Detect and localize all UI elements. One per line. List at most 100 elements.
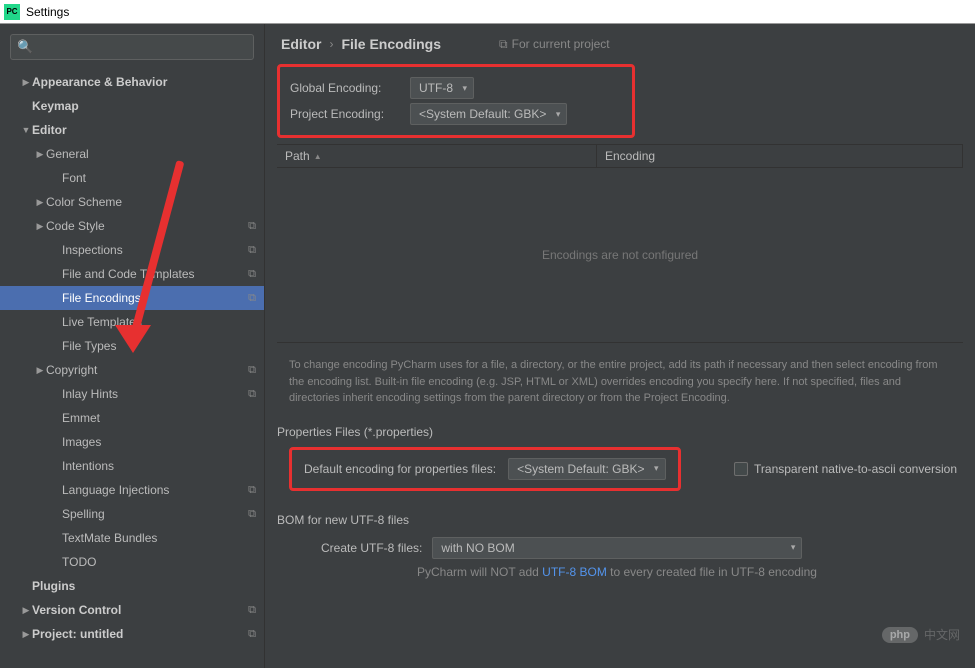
settings-content: Editor › File Encodings ⧉ For current pr… bbox=[265, 24, 975, 668]
tree-item-label: Font bbox=[62, 171, 256, 185]
tree-item-label: Language Injections bbox=[62, 483, 248, 497]
transparent-conversion-checkbox[interactable] bbox=[734, 462, 748, 476]
tree-item-intentions[interactable]: Intentions bbox=[0, 454, 264, 478]
tree-item-copyright[interactable]: ▶Copyright⧉ bbox=[0, 358, 264, 382]
settings-tree: ▶Appearance & BehaviorKeymap▼Editor▶Gene… bbox=[0, 70, 264, 668]
tree-item-file-types[interactable]: File Types bbox=[0, 334, 264, 358]
chevron-right-icon: › bbox=[329, 37, 333, 51]
project-encoding-dropdown[interactable]: <System Default: GBK> bbox=[410, 103, 567, 125]
encoding-table-body: Encodings are not configured bbox=[277, 168, 963, 343]
expand-icon: ▶ bbox=[34, 149, 46, 160]
tree-item-file-and-code-templates[interactable]: File and Code Templates⧉ bbox=[0, 262, 264, 286]
tree-item-language-injections[interactable]: Language Injections⧉ bbox=[0, 478, 264, 502]
for-current-project: ⧉ For current project bbox=[499, 37, 610, 52]
tree-item-label: Copyright bbox=[46, 363, 248, 377]
tree-item-editor[interactable]: ▼Editor bbox=[0, 118, 264, 142]
tree-item-images[interactable]: Images bbox=[0, 430, 264, 454]
tree-item-label: Code Style bbox=[46, 219, 248, 233]
sort-asc-icon: ▲ bbox=[314, 152, 322, 161]
tree-item-label: TextMate Bundles bbox=[62, 531, 256, 545]
copy-icon: ⧉ bbox=[248, 244, 256, 257]
tree-item-label: Images bbox=[62, 435, 256, 449]
window-title: Settings bbox=[26, 5, 69, 19]
expand-icon: ▶ bbox=[34, 365, 46, 376]
properties-section-title: Properties Files (*.properties) bbox=[277, 425, 963, 439]
info-text: To change encoding PyCharm uses for a fi… bbox=[289, 357, 951, 407]
expand-icon: ▶ bbox=[20, 629, 32, 640]
encoding-table-header: Path ▲ Encoding bbox=[277, 144, 963, 168]
tree-item-font[interactable]: Font bbox=[0, 166, 264, 190]
window-titlebar: PC Settings bbox=[0, 0, 975, 24]
tree-item-appearance-behavior[interactable]: ▶Appearance & Behavior bbox=[0, 70, 264, 94]
transparent-conversion-label: Transparent native-to-ascii conversion bbox=[754, 462, 957, 476]
tree-item-label: Intentions bbox=[62, 459, 256, 473]
tree-item-live-templates[interactable]: Live Templates bbox=[0, 310, 264, 334]
tree-item-textmate-bundles[interactable]: TextMate Bundles bbox=[0, 526, 264, 550]
tree-item-label: Emmet bbox=[62, 411, 256, 425]
copy-icon: ⧉ bbox=[248, 292, 256, 305]
tree-item-todo[interactable]: TODO bbox=[0, 550, 264, 574]
tree-item-label: Inspections bbox=[62, 243, 248, 257]
project-encoding-label: Project Encoding: bbox=[290, 107, 410, 121]
tree-item-label: Live Templates bbox=[62, 315, 256, 329]
bom-section-title: BOM for new UTF-8 files bbox=[277, 513, 951, 527]
tree-item-label: Plugins bbox=[32, 579, 256, 593]
tree-item-code-style[interactable]: ▶Code Style⧉ bbox=[0, 214, 264, 238]
copy-icon: ⧉ bbox=[248, 628, 256, 641]
properties-highlight: Default encoding for properties files: <… bbox=[289, 447, 681, 491]
expand-icon: ▼ bbox=[20, 125, 32, 135]
tree-item-general[interactable]: ▶General bbox=[0, 142, 264, 166]
global-encoding-dropdown[interactable]: UTF-8 bbox=[410, 77, 474, 99]
tree-item-version-control[interactable]: ▶Version Control⧉ bbox=[0, 598, 264, 622]
expand-icon: ▶ bbox=[34, 221, 46, 232]
tree-item-label: Editor bbox=[32, 123, 256, 137]
column-path[interactable]: Path ▲ bbox=[277, 145, 597, 167]
expand-icon: ▶ bbox=[34, 197, 46, 208]
utf8-bom-link[interactable]: UTF-8 BOM bbox=[542, 565, 607, 579]
app-icon: PC bbox=[4, 4, 20, 20]
tree-item-label: TODO bbox=[62, 555, 256, 569]
tree-item-label: File Encodings bbox=[62, 291, 248, 305]
tree-item-label: File and Code Templates bbox=[62, 267, 248, 281]
expand-icon: ▶ bbox=[20, 605, 32, 616]
breadcrumb: Editor › File Encodings ⧉ For current pr… bbox=[265, 24, 975, 64]
watermark-badge: php bbox=[882, 627, 918, 643]
empty-state-text: Encodings are not configured bbox=[542, 248, 698, 262]
column-encoding[interactable]: Encoding bbox=[597, 145, 963, 167]
watermark: php 中文网 bbox=[882, 626, 960, 643]
tree-item-inspections[interactable]: Inspections⧉ bbox=[0, 238, 264, 262]
tree-item-label: Inlay Hints bbox=[62, 387, 248, 401]
tree-item-label: Spelling bbox=[62, 507, 248, 521]
create-utf8-dropdown[interactable]: with NO BOM bbox=[432, 537, 802, 559]
tree-item-plugins[interactable]: Plugins bbox=[0, 574, 264, 598]
tree-item-keymap[interactable]: Keymap bbox=[0, 94, 264, 118]
tree-item-label: File Types bbox=[62, 339, 256, 353]
tree-item-label: Version Control bbox=[32, 603, 248, 617]
bom-note: PyCharm will NOT add UTF-8 BOM to every … bbox=[417, 565, 963, 579]
tree-item-label: Project: untitled bbox=[32, 627, 248, 641]
copy-icon: ⧉ bbox=[248, 220, 256, 233]
tree-item-label: Color Scheme bbox=[46, 195, 256, 209]
tree-item-inlay-hints[interactable]: Inlay Hints⧉ bbox=[0, 382, 264, 406]
tree-item-label: General bbox=[46, 147, 256, 161]
tree-item-label: Appearance & Behavior bbox=[32, 75, 256, 89]
search-input[interactable]: 🔍 bbox=[10, 34, 254, 60]
copy-icon: ⧉ bbox=[248, 364, 256, 377]
copy-icon: ⧉ bbox=[248, 508, 256, 521]
properties-encoding-label: Default encoding for properties files: bbox=[304, 462, 496, 476]
breadcrumb-main: Editor bbox=[281, 36, 321, 52]
tree-item-label: Keymap bbox=[32, 99, 256, 113]
expand-icon: ▶ bbox=[20, 77, 32, 88]
settings-sidebar: 🔍 ▶Appearance & BehaviorKeymap▼Editor▶Ge… bbox=[0, 24, 265, 668]
properties-encoding-dropdown[interactable]: <System Default: GBK> bbox=[508, 458, 665, 480]
tree-item-spelling[interactable]: Spelling⧉ bbox=[0, 502, 264, 526]
breadcrumb-sub: File Encodings bbox=[341, 36, 441, 52]
global-encoding-label: Global Encoding: bbox=[290, 81, 410, 95]
tree-item-project-untitled[interactable]: ▶Project: untitled⧉ bbox=[0, 622, 264, 646]
encoding-highlight: Global Encoding: UTF-8 Project Encoding:… bbox=[277, 64, 635, 138]
tree-item-file-encodings[interactable]: File Encodings⧉ bbox=[0, 286, 264, 310]
watermark-text: 中文网 bbox=[924, 626, 960, 643]
copy-icon: ⧉ bbox=[248, 388, 256, 401]
tree-item-emmet[interactable]: Emmet bbox=[0, 406, 264, 430]
tree-item-color-scheme[interactable]: ▶Color Scheme bbox=[0, 190, 264, 214]
